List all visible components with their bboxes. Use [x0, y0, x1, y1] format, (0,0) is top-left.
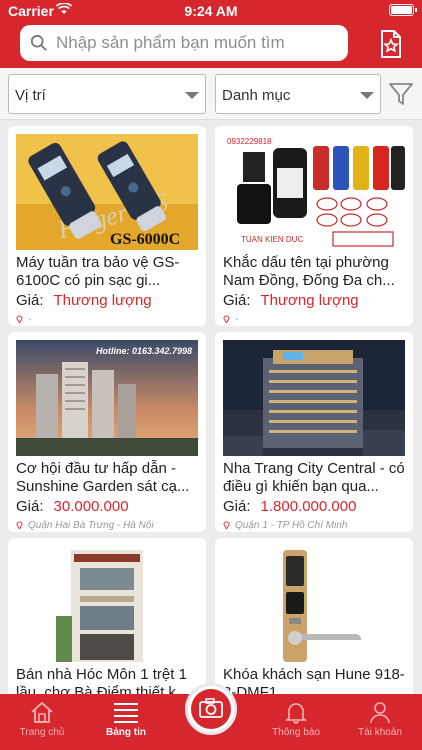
battery-icon	[389, 4, 417, 16]
location-text: -	[16, 314, 31, 325]
price-label: Giá:	[223, 498, 251, 515]
bell-icon	[285, 703, 307, 724]
product-title: Khắc dấu tên tại phường Nam Đồng, Đống Đ…	[223, 254, 395, 289]
location-value: Quận 1 - TP Hồ Chí Minh	[235, 520, 348, 531]
location-value: -	[235, 314, 239, 325]
location-pin-icon	[223, 521, 230, 529]
location-text: Quận Hai Bà Trưng - Hà Nội	[16, 520, 154, 531]
price-value: 30.000.000	[53, 498, 129, 515]
price-row: Giá: 30.000.000	[16, 498, 129, 515]
filter-bar: Vị trí Danh mục	[0, 68, 422, 120]
tab-account-label: Tài khoản	[358, 727, 402, 738]
price-row: Giá: Thương lượng	[16, 292, 152, 309]
product-grid: FingerTAS GS-6000C Máy tuần tra bảo vệ G…	[0, 120, 422, 694]
apartment-towers-photo: Hotline: 0163.342.7998	[16, 340, 198, 456]
camera-icon	[199, 698, 223, 718]
price-value: Thương lượng	[260, 292, 359, 309]
product-title: Máy tuần tra bảo vệ GS-6100C có pin sạc …	[16, 254, 180, 289]
city-tower-night-photo	[223, 340, 405, 456]
price-value: 1.800.000.000	[260, 498, 357, 515]
chevron-down-icon	[360, 92, 374, 99]
location-text: -	[223, 314, 238, 325]
price-label: Giá:	[223, 292, 251, 309]
price-row: Giá: Thương lượng	[223, 292, 359, 309]
tab-board[interactable]: Bảng tin	[84, 694, 168, 750]
price-label: Giá:	[16, 292, 44, 309]
location-pin-icon	[16, 521, 23, 529]
stamp-names-text: TUAN KIEN DUC	[241, 235, 303, 244]
stamps-photo: 0932229818 TUAN KIEN DUC	[223, 134, 405, 250]
location-text: Quận 1 - TP Hồ Chí Minh	[223, 520, 347, 531]
product-card[interactable]: Bán nhà Hóc Môn 1 trệt 1 lầu, chợ Bà Điể…	[8, 538, 206, 694]
product-card[interactable]: 0932229818 TUAN KIEN DUC Khắc dấu tên tạ…	[215, 126, 413, 326]
camera-button-inner	[191, 689, 231, 729]
product-title: Bán nhà Hóc Môn 1 trệt 1 lầu, chợ Bà Điể…	[16, 666, 189, 694]
app-header: Carrier 9:24 AM	[0, 0, 422, 68]
townhouse-photo	[16, 546, 198, 662]
star-document-icon[interactable]	[374, 28, 406, 60]
user-icon	[370, 702, 390, 724]
patrol-device-photo: FingerTAS GS-6000C	[16, 134, 198, 250]
product-title: Cơ hội đầu tư hấp dẫn - Sunshine Garden …	[16, 460, 190, 495]
product-title: Nha Trang City Central - có điều gì khiế…	[223, 460, 405, 495]
location-select-label: Vị trí	[15, 87, 46, 104]
hotel-lock-photo	[223, 546, 405, 662]
product-card[interactable]: Nha Trang City Central - có điều gì khiế…	[215, 332, 413, 532]
tab-notifications-label: Thông báo	[272, 727, 320, 738]
hotline-text: Hotline: 0163.342.7998	[96, 346, 192, 356]
product-card[interactable]: FingerTAS GS-6000C Máy tuần tra bảo vệ G…	[8, 126, 206, 326]
chevron-down-icon	[185, 92, 199, 99]
location-value: Quận Hai Bà Trưng - Hà Nội	[28, 520, 154, 531]
search-bar[interactable]	[20, 25, 348, 61]
camera-button[interactable]	[185, 683, 237, 735]
price-row: Giá: 1.800.000.000	[223, 498, 356, 515]
clock: 9:24 AM	[184, 3, 238, 19]
funnel-icon[interactable]	[388, 81, 414, 107]
tab-account[interactable]: Tài khoản	[338, 694, 422, 750]
category-select-label: Danh mục	[222, 87, 291, 104]
search-icon	[30, 34, 47, 51]
stamp-phone-text: 0932229818	[227, 137, 272, 146]
price-value: Thương lượng	[53, 292, 152, 309]
product-title: Khóa khách sạn Hune 918-3-DMF1	[223, 666, 405, 694]
tab-home[interactable]: Trang chủ	[0, 694, 84, 750]
list-icon	[114, 703, 138, 723]
location-value: -	[28, 314, 32, 325]
status-bar: Carrier 9:24 AM	[0, 0, 422, 22]
tab-home-label: Trang chủ	[19, 727, 65, 738]
tab-notifications[interactable]: Thông báo	[254, 694, 338, 750]
location-pin-icon	[16, 315, 23, 323]
price-label: Giá:	[16, 498, 44, 515]
model-text: GS-6000C	[110, 231, 180, 248]
category-select[interactable]: Danh mục	[215, 74, 381, 114]
tab-board-label: Bảng tin	[106, 727, 146, 738]
location-pin-icon	[223, 315, 230, 323]
location-select[interactable]: Vị trí	[8, 74, 206, 114]
search-input[interactable]	[56, 33, 326, 53]
product-card[interactable]: Khóa khách sạn Hune 918-3-DMF1	[215, 538, 413, 694]
product-card[interactable]: Hotline: 0163.342.7998 Cơ hội đầu tư hấp…	[8, 332, 206, 532]
home-icon	[31, 701, 53, 723]
